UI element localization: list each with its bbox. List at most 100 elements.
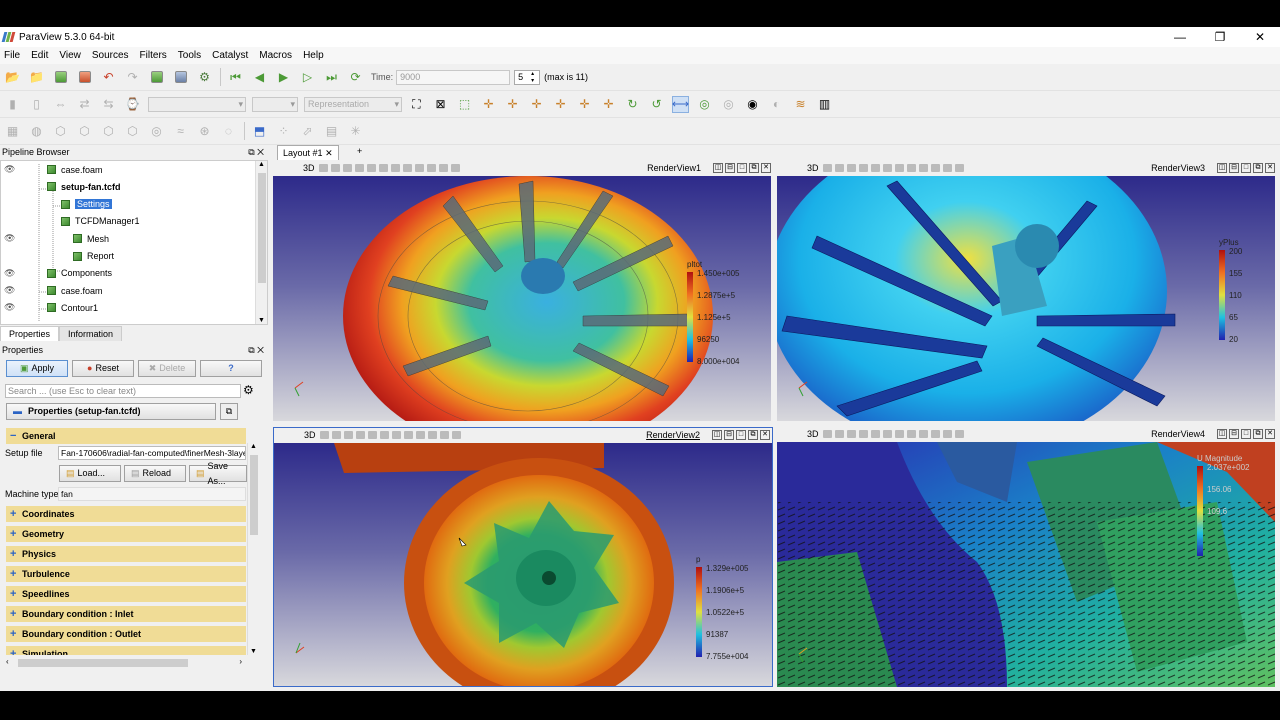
pipeline-item[interactable]: Report (1, 248, 255, 265)
view-controls[interactable]: ◫ ⊟ □ ⧉ ✕ (713, 162, 771, 173)
maximize-button[interactable]: ❐ (1200, 27, 1240, 47)
delete-button[interactable]: ✖ Delete (138, 360, 196, 377)
properties-scrollbar[interactable]: ▲ ▼ (247, 443, 259, 655)
slice-icon[interactable]: ⬡ (76, 123, 93, 140)
set-view-z-plus-icon[interactable]: ✛ (576, 96, 593, 113)
zoom-to-data-icon[interactable]: ⊠ (432, 96, 449, 113)
clip-icon[interactable]: ◐ (768, 96, 785, 113)
tab-information[interactable]: Information (59, 326, 123, 341)
property-group[interactable]: + Coordinates (6, 506, 246, 522)
python-shell-icon[interactable]: ⚙ (196, 69, 213, 86)
render-view-4[interactable]: 3D RenderView4 ◫ ⊟ □ ⧉ ✕ U Magnitude 2.0… (777, 427, 1277, 687)
rescale-custom-icon[interactable]: ⇄ (76, 96, 93, 113)
property-group[interactable]: + Boundary condition : Outlet (6, 626, 246, 642)
first-frame-icon[interactable]: ⏮ (227, 69, 244, 86)
histogram-icon[interactable]: ▥ (816, 96, 833, 113)
color-array-combo[interactable] (148, 96, 246, 112)
render-canvas-3[interactable]: yPlus 200 155 110 65 20 (777, 176, 1275, 421)
property-group[interactable]: + Speedlines (6, 586, 246, 602)
clear-selection-icon[interactable]: ✳ (347, 123, 364, 140)
menu-sources[interactable]: Sources (92, 50, 129, 61)
visibility-eye-icon[interactable]: 👁 (4, 268, 15, 279)
menu-file[interactable]: File (4, 50, 20, 61)
recent-file-icon[interactable]: 📁 (28, 69, 45, 86)
contour-icon[interactable]: ◍ (28, 123, 45, 140)
color-map-icon[interactable]: ▮ (4, 96, 21, 113)
rotate-minus-90-icon[interactable]: ↺ (648, 96, 665, 113)
menu-macros[interactable]: Macros (259, 50, 292, 61)
properties-search-input[interactable]: Search ... (use Esc to clear text) (5, 384, 241, 398)
select-polygon-icon[interactable]: ⬀ (299, 123, 316, 140)
loop-icon[interactable]: ⟳ (347, 69, 364, 86)
view-3d-label[interactable]: 3D (807, 163, 819, 173)
group-general[interactable]: − General (6, 428, 246, 444)
dock-controls[interactable]: ⧉ ✕ (248, 345, 264, 356)
view-controls[interactable]: ◫ ⊟ □ ⧉ ✕ (712, 429, 770, 440)
interactive-select-icon[interactable]: ▤ (323, 123, 340, 140)
reset-camera-icon[interactable]: ⛶ (408, 96, 425, 113)
visibility-eye-icon[interactable]: 👁 (4, 233, 15, 244)
last-frame-icon[interactable]: ⏭ (323, 69, 340, 86)
render-canvas-1[interactable]: pltot 1.450e+005 1.2875e+5 1.125e+5 96250 8.0… (273, 176, 771, 421)
render-view-1[interactable]: 3D RenderView1 ◫ ⊟ □ ⧉ ✕ pltot 1.450e+00… (273, 161, 773, 421)
threshold-icon[interactable]: ⬡ (100, 123, 117, 140)
redo-icon[interactable]: ↷ (124, 69, 141, 86)
stream-filter-icon[interactable]: ≈ (172, 123, 189, 140)
menu-filters[interactable]: Filters (140, 50, 167, 61)
save-as-button[interactable]: ▤ Save As... (189, 461, 247, 486)
open-file-icon[interactable]: 📂 (4, 69, 21, 86)
visibility-eye-icon[interactable]: 👁 (4, 285, 15, 296)
representation-combo[interactable]: Representation (304, 96, 402, 112)
pipeline-item[interactable]: setup-fan.tcfd (1, 178, 255, 195)
glyph-icon[interactable]: ◎ (148, 123, 165, 140)
pipeline-item[interactable]: 👁 Mesh (1, 230, 255, 247)
color-legend[interactable]: pltot1.450e+005 1.2875e+5 1.125e+5 96250 8.0… (685, 258, 755, 373)
help-button[interactable]: ? (200, 360, 262, 377)
reset-button[interactable]: ● Reset (72, 360, 134, 377)
properties-section-header[interactable]: ▬ Properties (setup-fan.tcfd) (6, 403, 216, 420)
dock-controls[interactable]: ⧉ ✕ (248, 147, 264, 158)
properties-hscrollbar[interactable]: ‹ › (4, 657, 246, 669)
render-view-3[interactable]: 3D RenderView3 ◫ ⊟ □ ⧉ ✕ yPlus 200 155 1… (777, 161, 1277, 421)
menu-catalyst[interactable]: Catalyst (212, 50, 248, 61)
color-legend[interactable]: yPlus200 155 110 65 20 (1217, 236, 1275, 351)
next-frame-icon[interactable]: ▷ (299, 69, 316, 86)
tab-properties[interactable]: Properties (0, 326, 60, 341)
pipeline-item[interactable]: 👁 case.foam (1, 282, 255, 299)
connect-icon[interactable] (148, 69, 165, 86)
apply-button[interactable]: ▣ Apply (6, 360, 68, 377)
center-axes-icon[interactable]: ◎ (696, 96, 713, 113)
rescale-temporal-icon[interactable]: ⌚ (124, 96, 141, 113)
warp-icon[interactable]: ⊛ (196, 123, 213, 140)
property-group[interactable]: + Turbulence (6, 566, 246, 582)
close-button[interactable]: ✕ (1240, 27, 1280, 47)
color-legend[interactable]: U Magnitude2.037e+002 156.06 109.6 (1195, 452, 1265, 567)
reload-button[interactable]: ▤ Reload (124, 465, 186, 482)
select-cells-icon[interactable]: ⬒ (251, 123, 268, 140)
property-group[interactable]: + Physics (6, 546, 246, 562)
menu-help[interactable]: Help (303, 50, 324, 61)
clip-filter-icon[interactable]: ⬡ (52, 123, 69, 140)
color-legend[interactable]: p 1.329e+005 1.1906e+5 1.0522e+5 91387 7.755e… (694, 553, 764, 668)
view-3d-label[interactable]: 3D (304, 430, 316, 440)
layout-tab[interactable]: Layout #1 ✕ (277, 145, 339, 160)
render-canvas-2[interactable]: p 1.329e+005 1.1906e+5 1.0522e+5 91387 7.755e… (274, 443, 772, 686)
previous-frame-icon[interactable]: ◀ (251, 69, 268, 86)
load-state-icon[interactable] (52, 69, 69, 86)
disconnect-icon[interactable] (172, 69, 189, 86)
render-view-2[interactable]: 3D RenderView2 ◫ ⊟ □ ⧉ ✕ p 1.329e+005 1.19 (273, 427, 773, 687)
property-group[interactable]: + Geometry (6, 526, 246, 542)
pipeline-item[interactable]: 👁 case.foam (1, 161, 255, 178)
set-view-y-plus-icon[interactable]: ✛ (528, 96, 545, 113)
group-icon[interactable]: ◌ (220, 123, 237, 140)
menu-tools[interactable]: Tools (178, 50, 201, 61)
component-combo[interactable] (252, 96, 298, 112)
copy-icon[interactable]: ⧉ (220, 403, 238, 420)
set-view-x-plus-icon[interactable]: ✛ (480, 96, 497, 113)
advanced-settings-gear-icon[interactable]: ⚙ (243, 383, 254, 397)
pipeline-item[interactable]: 👁 Contour1 (1, 299, 255, 316)
menu-edit[interactable]: Edit (31, 50, 48, 61)
add-layout-button[interactable]: + (357, 146, 362, 156)
set-view-z-minus-icon[interactable]: ✛ (600, 96, 617, 113)
stream-tracer-icon[interactable]: ≋ (792, 96, 809, 113)
